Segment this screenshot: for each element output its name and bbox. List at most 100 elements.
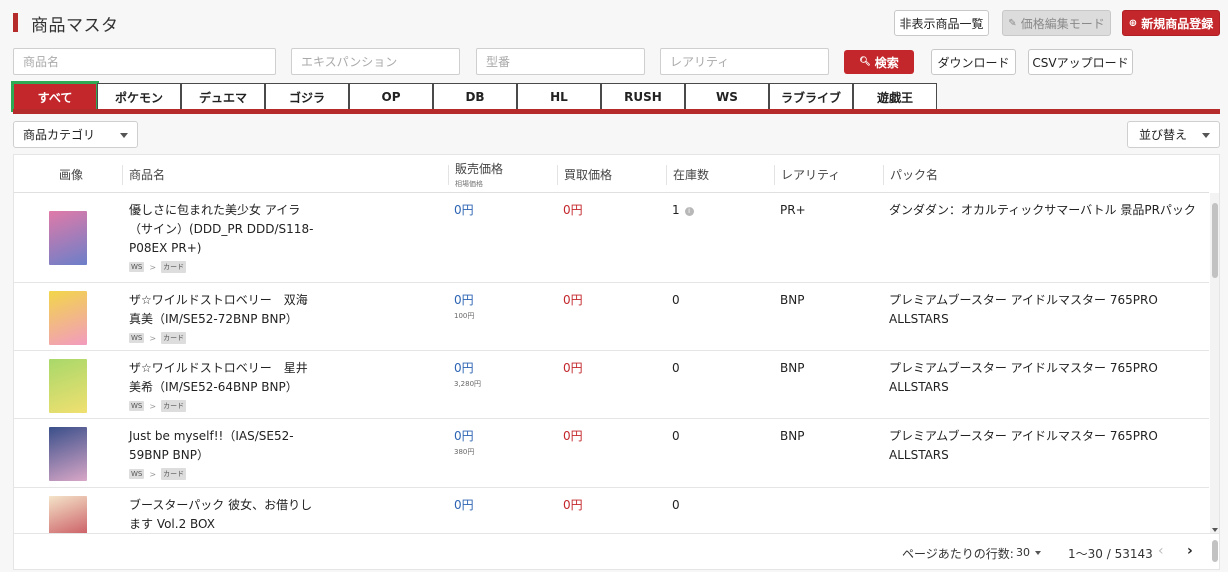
category-breadcrumb: WS > カード xyxy=(129,261,187,273)
hidden-products-button[interactable]: 非表示商品一覧 xyxy=(894,10,989,36)
table-row[interactable]: ブースターパック 彼女、お借りし ます Vol.2 BOX 0円 0円 0 xyxy=(14,488,1209,533)
column-divider xyxy=(666,165,667,185)
product-thumbnail[interactable] xyxy=(49,427,87,481)
rows-per-page-select[interactable]: 30 xyxy=(1016,546,1030,559)
rarity: PR+ xyxy=(780,203,806,217)
category-breadcrumb: WS > カード xyxy=(129,468,187,480)
expansion-input[interactable] xyxy=(291,48,460,75)
new-product-button[interactable]: ⊕ 新規商品登録 xyxy=(1122,10,1220,36)
search-button[interactable]: 🔍︎ 検索 xyxy=(844,50,914,74)
tab-all[interactable]: すべて xyxy=(11,81,99,112)
column-header-pack[interactable]: パック名 xyxy=(890,155,938,193)
product-thumbnail[interactable] xyxy=(49,291,87,345)
stock-count: 1i xyxy=(672,201,694,220)
scrollbar-thumb[interactable] xyxy=(1212,540,1218,562)
category-breadcrumb: WS > カード xyxy=(129,332,187,344)
column-divider xyxy=(557,165,558,185)
info-icon[interactable]: i xyxy=(684,207,694,216)
new-product-label: 新規商品登録 xyxy=(1141,16,1214,31)
product-name[interactable]: ザ☆ワイルドストロベリー 星井 美希（IM/SE52-64BNP BNP） xyxy=(129,359,314,397)
sort-select[interactable]: 並び替え xyxy=(1127,121,1220,148)
product-name-input[interactable] xyxy=(13,48,276,75)
stock-value: 0 xyxy=(672,429,680,443)
buy-price[interactable]: 0円 xyxy=(563,427,583,446)
table-row[interactable]: 優しさに包まれた美少女 アイラ （サイン）(DDD_PR DDD/S118- P08… xyxy=(14,193,1209,283)
buy-price[interactable]: 0円 xyxy=(563,496,583,515)
tab-pokemon[interactable]: ポケモン xyxy=(97,83,181,110)
sale-price[interactable]: 0円 xyxy=(454,496,474,515)
crumb-separator: > xyxy=(149,262,157,272)
product-name[interactable]: ザ☆ワイルドストロベリー 双海 真美（IM/SE52-72BNP BNP） xyxy=(129,291,314,329)
download-button[interactable]: ダウンロード xyxy=(931,49,1016,75)
scroll-down-arrow-icon[interactable] xyxy=(1212,528,1218,532)
model-number-input[interactable] xyxy=(476,48,645,75)
sale-price[interactable]: 0円 xyxy=(454,291,474,310)
rarity: BNP xyxy=(780,293,805,307)
pack-name: プレミアムブースター アイドルマスター 765PRO ALLSTARS xyxy=(889,361,1158,394)
column-header-sale-price[interactable]: 販売価格 相場価格 xyxy=(455,155,503,193)
category-select[interactable]: 商品カテゴリ xyxy=(13,121,138,148)
product-name-line: ます Vol.2 BOX xyxy=(129,517,215,531)
price-edit-mode-button[interactable]: ✎ 価格編集モード xyxy=(1002,10,1111,36)
market-price: 100円 xyxy=(454,312,475,320)
header: 商品マスタ 非表示商品一覧 ✎ 価格編集モード ⊕ 新規商品登録 xyxy=(0,0,1228,44)
table-row[interactable]: ザ☆ワイルドストロベリー 星井 美希（IM/SE52-64BNP BNP） WS > カ… xyxy=(14,351,1209,419)
buy-price[interactable]: 0円 xyxy=(563,291,583,310)
product-name-line: 59BNP BNP） xyxy=(129,448,209,462)
product-name[interactable]: Just be myself!!（IAS/SE52- 59BNP BNP） xyxy=(129,427,314,465)
search-icon: 🔍︎ xyxy=(859,57,871,67)
tab-hl[interactable]: HL xyxy=(517,83,601,110)
category-tabs: すべて ポケモン デュエマ ゴジラ OP DB HL RUSH WS ラブライブ… xyxy=(11,81,937,112)
buy-price[interactable]: 0円 xyxy=(563,359,583,378)
product-thumbnail[interactable] xyxy=(49,211,87,265)
tab-yugioh[interactable]: 遊戯王 xyxy=(853,83,937,110)
product-name[interactable]: ブースターパック 彼女、お借りし ます Vol.2 BOX xyxy=(129,496,314,533)
tab-duelmasters[interactable]: デュエマ xyxy=(181,83,265,110)
rarity: BNP xyxy=(780,361,805,375)
tab-op[interactable]: OP xyxy=(349,83,433,110)
scrollbar-thumb[interactable] xyxy=(1212,203,1218,278)
market-price: 3,280円 xyxy=(454,380,482,388)
previous-page-icon[interactable]: ‹ xyxy=(1158,543,1164,559)
tab-ws[interactable]: WS xyxy=(685,83,769,110)
tab-lovelive[interactable]: ラブライブ xyxy=(769,83,853,110)
tab-rush[interactable]: RUSH xyxy=(601,83,685,110)
tab-db[interactable]: DB xyxy=(433,83,517,110)
pagination-bar: ページあたりの行数: 30 1〜30 / 53143 ‹ › xyxy=(13,534,1220,570)
crumb-separator: > xyxy=(149,333,157,343)
next-page-icon[interactable]: › xyxy=(1187,543,1193,559)
column-header-rarity[interactable]: レアリティ xyxy=(781,155,840,193)
rarity: BNP xyxy=(780,429,805,443)
crumb-type: カード xyxy=(161,400,187,412)
chevron-down-icon[interactable] xyxy=(1035,551,1041,555)
sale-price[interactable]: 0円 xyxy=(454,427,474,446)
column-header-name[interactable]: 商品名 xyxy=(129,155,165,193)
page-range-label: 1〜30 / 53143 xyxy=(1068,547,1153,561)
csv-upload-button[interactable]: CSVアップロード xyxy=(1028,49,1133,75)
pencil-icon: ✎ xyxy=(1008,17,1017,29)
rarity-input[interactable] xyxy=(660,48,829,75)
sale-price[interactable]: 0円 xyxy=(454,201,474,220)
stock-count: 0 xyxy=(672,427,680,446)
product-thumbnail[interactable] xyxy=(49,359,87,413)
table-row[interactable]: ザ☆ワイルドストロベリー 双海 真美（IM/SE52-72BNP BNP） WS > カ… xyxy=(14,283,1209,351)
product-name[interactable]: 優しさに包まれた美少女 アイラ （サイン）(DDD_PR DDD/S118- P08… xyxy=(129,201,314,258)
product-name-line: 優しさに包まれた美少女 アイラ xyxy=(129,203,301,217)
product-thumbnail[interactable] xyxy=(49,496,87,533)
tab-godzilla[interactable]: ゴジラ xyxy=(265,83,349,110)
search-button-label: 検索 xyxy=(874,55,899,70)
crumb-separator: > xyxy=(149,469,157,479)
column-divider xyxy=(448,165,449,185)
column-header-stock[interactable]: 在庫数 xyxy=(673,155,709,193)
sale-price[interactable]: 0円 xyxy=(454,359,474,378)
product-name-line: ザ☆ワイルドストロベリー 星井 xyxy=(129,361,308,375)
column-header-buy-price[interactable]: 買取価格 xyxy=(564,155,612,193)
stock-value: 0 xyxy=(672,361,680,375)
crumb-game: WS xyxy=(129,333,145,343)
rows-per-page-label: ページあたりの行数: xyxy=(902,547,1014,561)
vertical-scrollbar[interactable] xyxy=(1210,193,1219,533)
buy-price[interactable]: 0円 xyxy=(563,201,583,220)
chevron-down-icon xyxy=(1202,133,1210,138)
table-row[interactable]: Just be myself!!（IAS/SE52- 59BNP BNP） WS > カ… xyxy=(14,419,1209,488)
crumb-separator: > xyxy=(149,401,157,411)
